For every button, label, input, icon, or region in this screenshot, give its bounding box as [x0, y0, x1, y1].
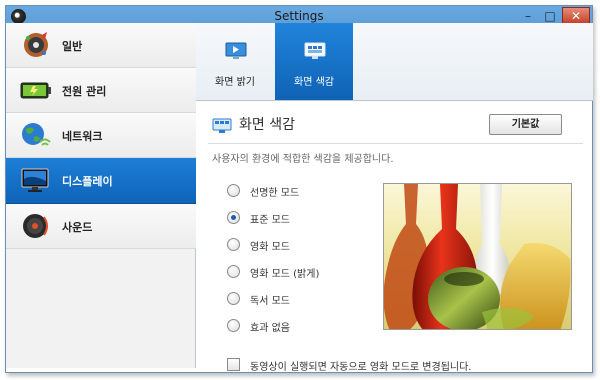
radio-label: 표준 모드: [250, 215, 290, 226]
sidebar-item-display[interactable]: 디스플레이: [6, 158, 196, 204]
radio-button[interactable]: [227, 292, 240, 305]
sidebar-item-sound[interactable]: 사운드: [6, 204, 196, 249]
sidebar-item-power[interactable]: 전원 관리: [6, 68, 196, 113]
window-title: Settings: [274, 9, 324, 23]
sidebar: 일반 전원 관리 네트워크 디스플레이 사운드: [6, 23, 196, 368]
section-divider: [208, 143, 583, 144]
radio-label: 영화 모드 (밝게): [250, 269, 320, 280]
reset-default-button[interactable]: 기본값: [489, 114, 562, 135]
section-description: 사용자의 환경에 적합한 색감을 제공합니다.: [212, 154, 394, 165]
sidebar-item-label: 네트워크: [62, 130, 103, 143]
sidebar-item-label: 디스플레이: [62, 175, 113, 188]
radio-label: 독서 모드: [250, 296, 290, 307]
sidebar-item-label: 일반: [62, 40, 83, 53]
close-button[interactable]: ✕: [562, 7, 590, 24]
tab-brightness[interactable]: 화면 밝기: [196, 23, 274, 100]
sidebar-item-network[interactable]: 네트워크: [6, 113, 196, 158]
monitor-icon: [21, 168, 49, 192]
section-title: 화면 색감: [239, 117, 295, 133]
brightness-icon: [225, 42, 247, 59]
tab-label: 화면 밝기: [215, 77, 255, 88]
gear-palette-icon: [24, 32, 48, 57]
checkbox-label: 동영상이 실행되면 자동으로 영화 모드로 변경됩니다.: [250, 362, 472, 373]
tab-label: 화면 색감: [294, 77, 334, 88]
auto-movie-mode-checkbox[interactable]: [227, 358, 240, 371]
battery-icon: [20, 82, 51, 99]
tab-color-tone[interactable]: 화면 색감: [275, 23, 353, 100]
sidebar-item-label: 사운드: [62, 221, 93, 234]
color-tone-icon: [304, 42, 326, 59]
globe-wifi-icon: [22, 123, 51, 146]
color-preview-image: [383, 183, 572, 330]
radio-button[interactable]: [227, 184, 240, 197]
minimize-button[interactable]: –: [518, 8, 538, 24]
glass-vases-image: [384, 184, 571, 329]
maximize-button[interactable]: □: [540, 8, 560, 24]
speaker-icon: [23, 214, 48, 238]
radio-label: 효과 없음: [250, 323, 290, 334]
radio-button[interactable]: [227, 319, 240, 332]
radio-button[interactable]: [227, 238, 240, 251]
radio-label: 영화 모드: [250, 242, 290, 253]
sidebar-item-label: 전원 관리: [62, 85, 107, 98]
sidebar-item-general[interactable]: 일반: [6, 23, 196, 68]
tab-bar: 화면 밝기 화면 색감: [196, 23, 593, 101]
radio-button[interactable]: [227, 265, 240, 278]
color-tone-icon: [212, 118, 232, 133]
radio-button[interactable]: [227, 211, 240, 224]
radio-label: 선명한 모드: [250, 188, 300, 199]
